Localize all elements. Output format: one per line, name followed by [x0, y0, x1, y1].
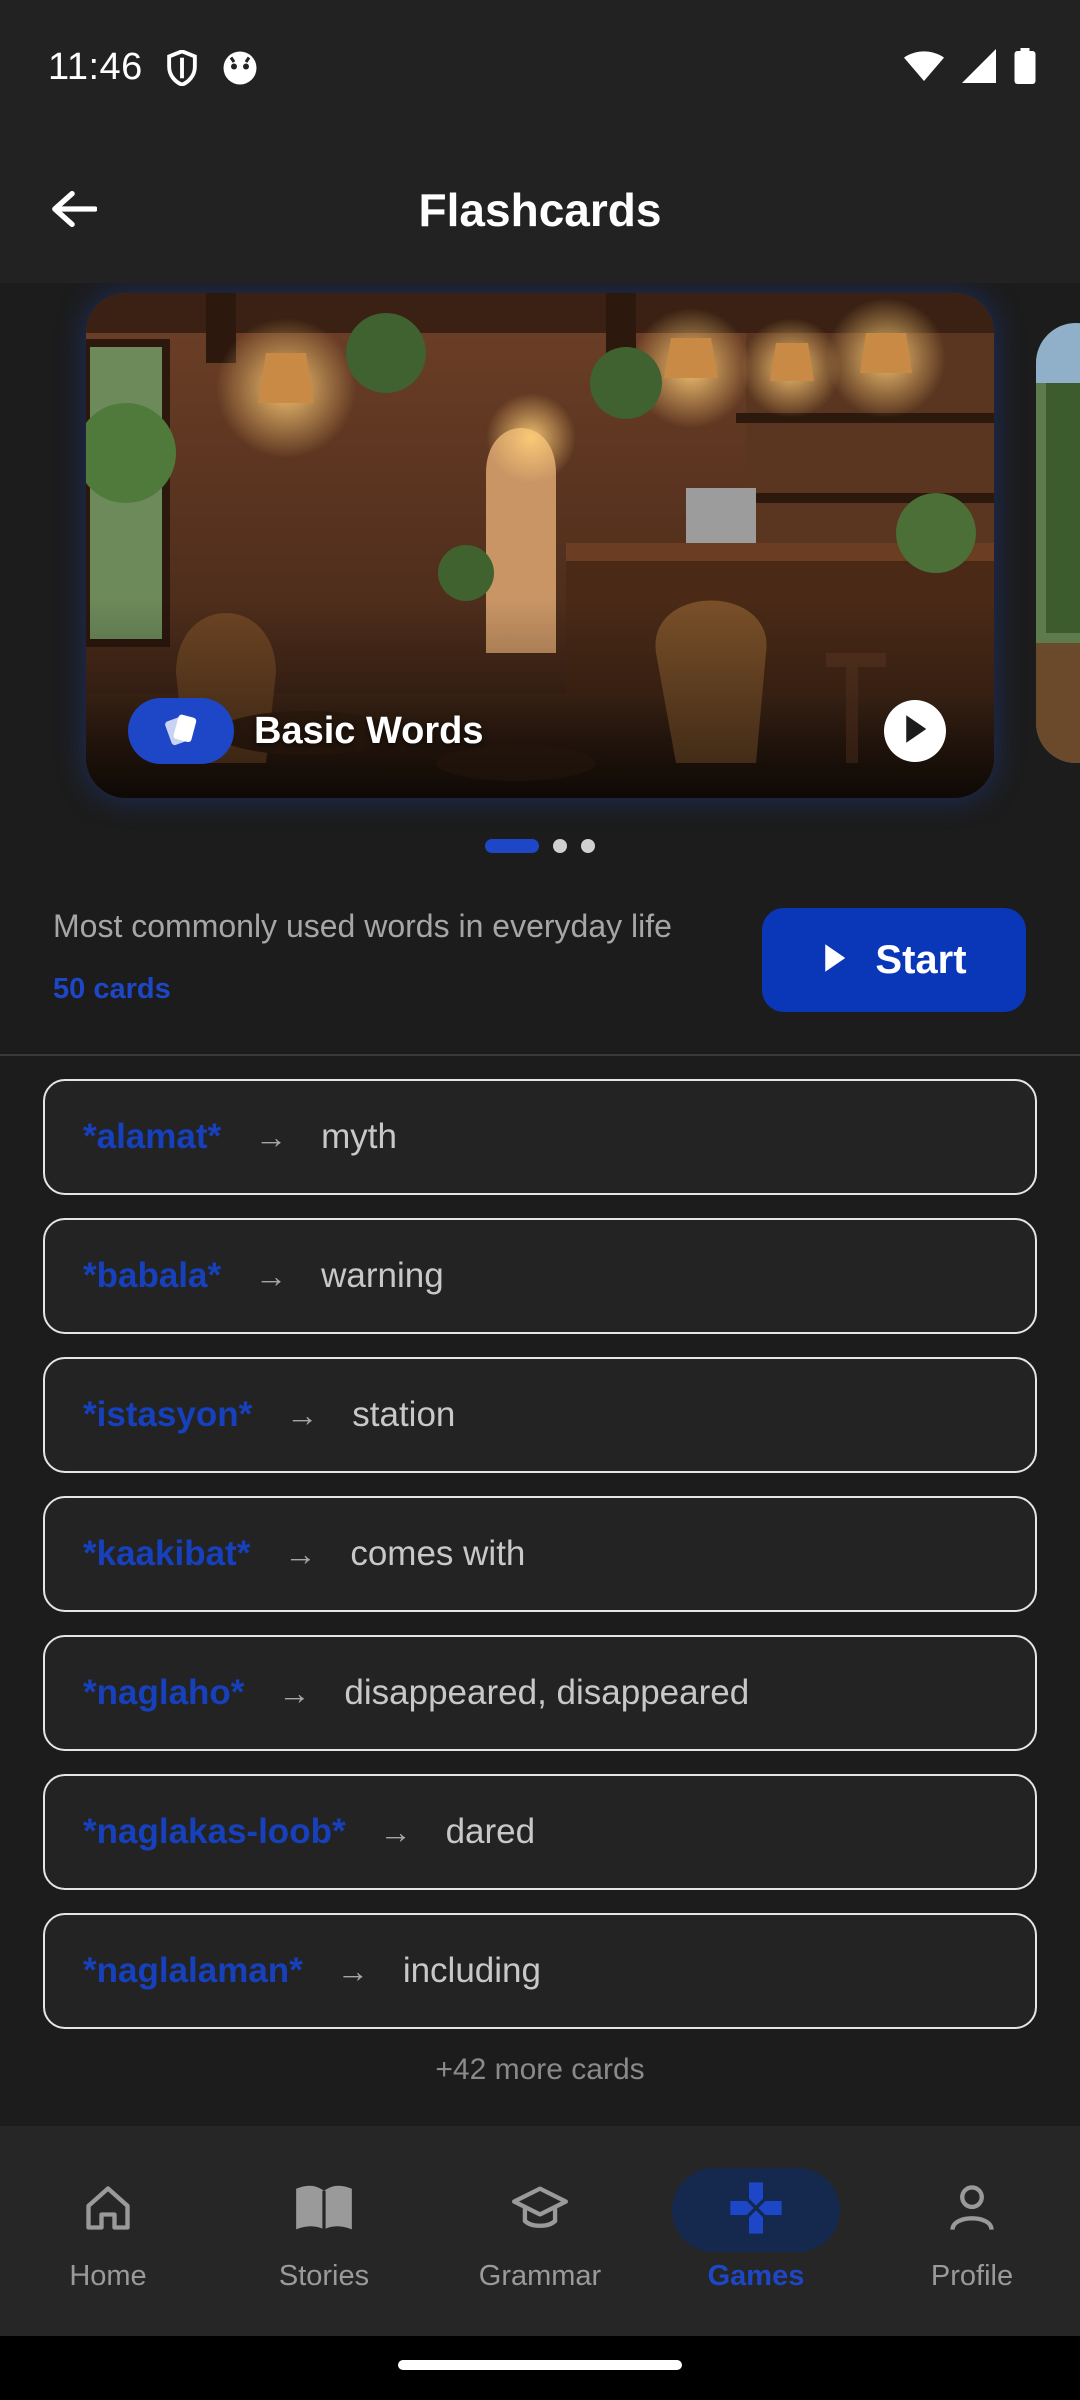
- page-dot-3[interactable]: [581, 839, 595, 853]
- nav-label-grammar: Grammar: [478, 2260, 602, 2292]
- word-card[interactable]: *istasyon* → station: [43, 1357, 1037, 1473]
- start-button[interactable]: Start: [762, 908, 1026, 1012]
- word-meaning: myth: [321, 1117, 397, 1156]
- word-card[interactable]: *alamat* → myth: [43, 1079, 1037, 1195]
- flashcards-icon: [161, 709, 201, 754]
- arrow-right-icon: →: [278, 1674, 311, 1711]
- nav-item-profile[interactable]: Profile: [864, 2126, 1080, 2336]
- cat-face-icon: [222, 50, 258, 91]
- nav-item-games[interactable]: Games: [648, 2126, 864, 2336]
- status-time: 11:46: [48, 46, 143, 88]
- word-card[interactable]: *kaakibat* → comes with: [43, 1496, 1037, 1612]
- start-button-label: Start: [875, 937, 967, 982]
- page-dot-1[interactable]: [485, 839, 539, 853]
- word-card[interactable]: *babala* → warning: [43, 1218, 1037, 1334]
- cellular-signal-icon: [962, 49, 996, 88]
- word-term: *naglalaman*: [83, 1951, 303, 1990]
- deck-card-count: 50 cards: [53, 973, 171, 1005]
- nav-label-games: Games: [707, 2260, 805, 2292]
- word-meaning: dared: [445, 1812, 536, 1851]
- deck-description: Most commonly used words in everyday lif…: [53, 908, 672, 944]
- play-deck-button[interactable]: [884, 700, 946, 762]
- nav-item-stories[interactable]: Stories: [216, 2126, 432, 2336]
- bottom-nav: Home Stories Grammar Games Profile: [0, 2126, 1080, 2336]
- nav-item-home[interactable]: Home: [0, 2126, 216, 2336]
- word-card[interactable]: *naglaho* → disappeared, disappeared: [43, 1635, 1037, 1751]
- arrow-right-icon: →: [255, 1118, 288, 1155]
- more-cards-label: +42 more cards: [435, 2053, 645, 2086]
- deck-badge: [128, 698, 234, 764]
- word-term: *istasyon*: [83, 1395, 253, 1434]
- next-deck-peek[interactable]: [1036, 323, 1080, 763]
- deck-title: Basic Words: [254, 710, 484, 752]
- word-list: *alamat* → myth *babala* → warning *ista…: [43, 1079, 1037, 2052]
- word-term: *alamat*: [83, 1117, 222, 1156]
- deck-carousel-card[interactable]: Basic Words: [86, 293, 994, 798]
- carousel-pagination: [0, 839, 1080, 853]
- shield-icon: [166, 49, 198, 91]
- status-bar: 11:46: [0, 0, 1080, 135]
- graduation-cap-icon: [512, 2182, 568, 2239]
- play-icon: [821, 943, 847, 978]
- page-dot-2[interactable]: [553, 839, 567, 853]
- app-bar: Flashcards: [0, 135, 1080, 283]
- word-meaning: comes with: [350, 1534, 526, 1573]
- word-card[interactable]: *naglakas-loob* → dared: [43, 1774, 1037, 1890]
- home-gesture-handle[interactable]: [398, 2360, 682, 2370]
- word-term: *kaakibat*: [83, 1534, 251, 1573]
- arrow-right-icon: →: [379, 1813, 412, 1850]
- gesture-area: [0, 2336, 1080, 2400]
- word-meaning: disappeared, disappeared: [344, 1673, 750, 1712]
- play-icon: [902, 714, 928, 749]
- person-icon: [946, 2182, 998, 2239]
- nav-label-home: Home: [69, 2260, 147, 2292]
- arrow-right-icon: →: [284, 1535, 317, 1572]
- word-term: *babala*: [83, 1256, 222, 1295]
- content-area: Basic Words Most commonly used words in …: [0, 283, 1080, 2126]
- word-meaning: station: [352, 1395, 456, 1434]
- page-title: Flashcards: [418, 184, 662, 236]
- gamepad-icon: [728, 2180, 784, 2241]
- word-card[interactable]: *naglalaman* → including: [43, 1913, 1037, 2029]
- arrow-right-icon: →: [286, 1396, 319, 1433]
- word-term: *naglaho*: [83, 1673, 245, 1712]
- word-meaning: including: [402, 1951, 541, 1990]
- cover-gradient: [86, 598, 994, 798]
- next-deck-cover-image: [1036, 323, 1080, 763]
- word-meaning: warning: [321, 1256, 444, 1295]
- home-icon: [82, 2182, 134, 2239]
- battery-icon: [1014, 48, 1036, 89]
- word-term: *naglakas-loob*: [83, 1812, 346, 1851]
- arrow-right-icon: →: [255, 1257, 288, 1294]
- book-icon: [294, 2182, 354, 2239]
- nav-label-stories: Stories: [278, 2260, 370, 2292]
- wifi-icon: [904, 50, 944, 87]
- nav-label-profile: Profile: [930, 2260, 1014, 2292]
- arrow-right-icon: →: [336, 1952, 369, 1989]
- nav-item-grammar[interactable]: Grammar: [432, 2126, 648, 2336]
- section-divider: [0, 1054, 1080, 1056]
